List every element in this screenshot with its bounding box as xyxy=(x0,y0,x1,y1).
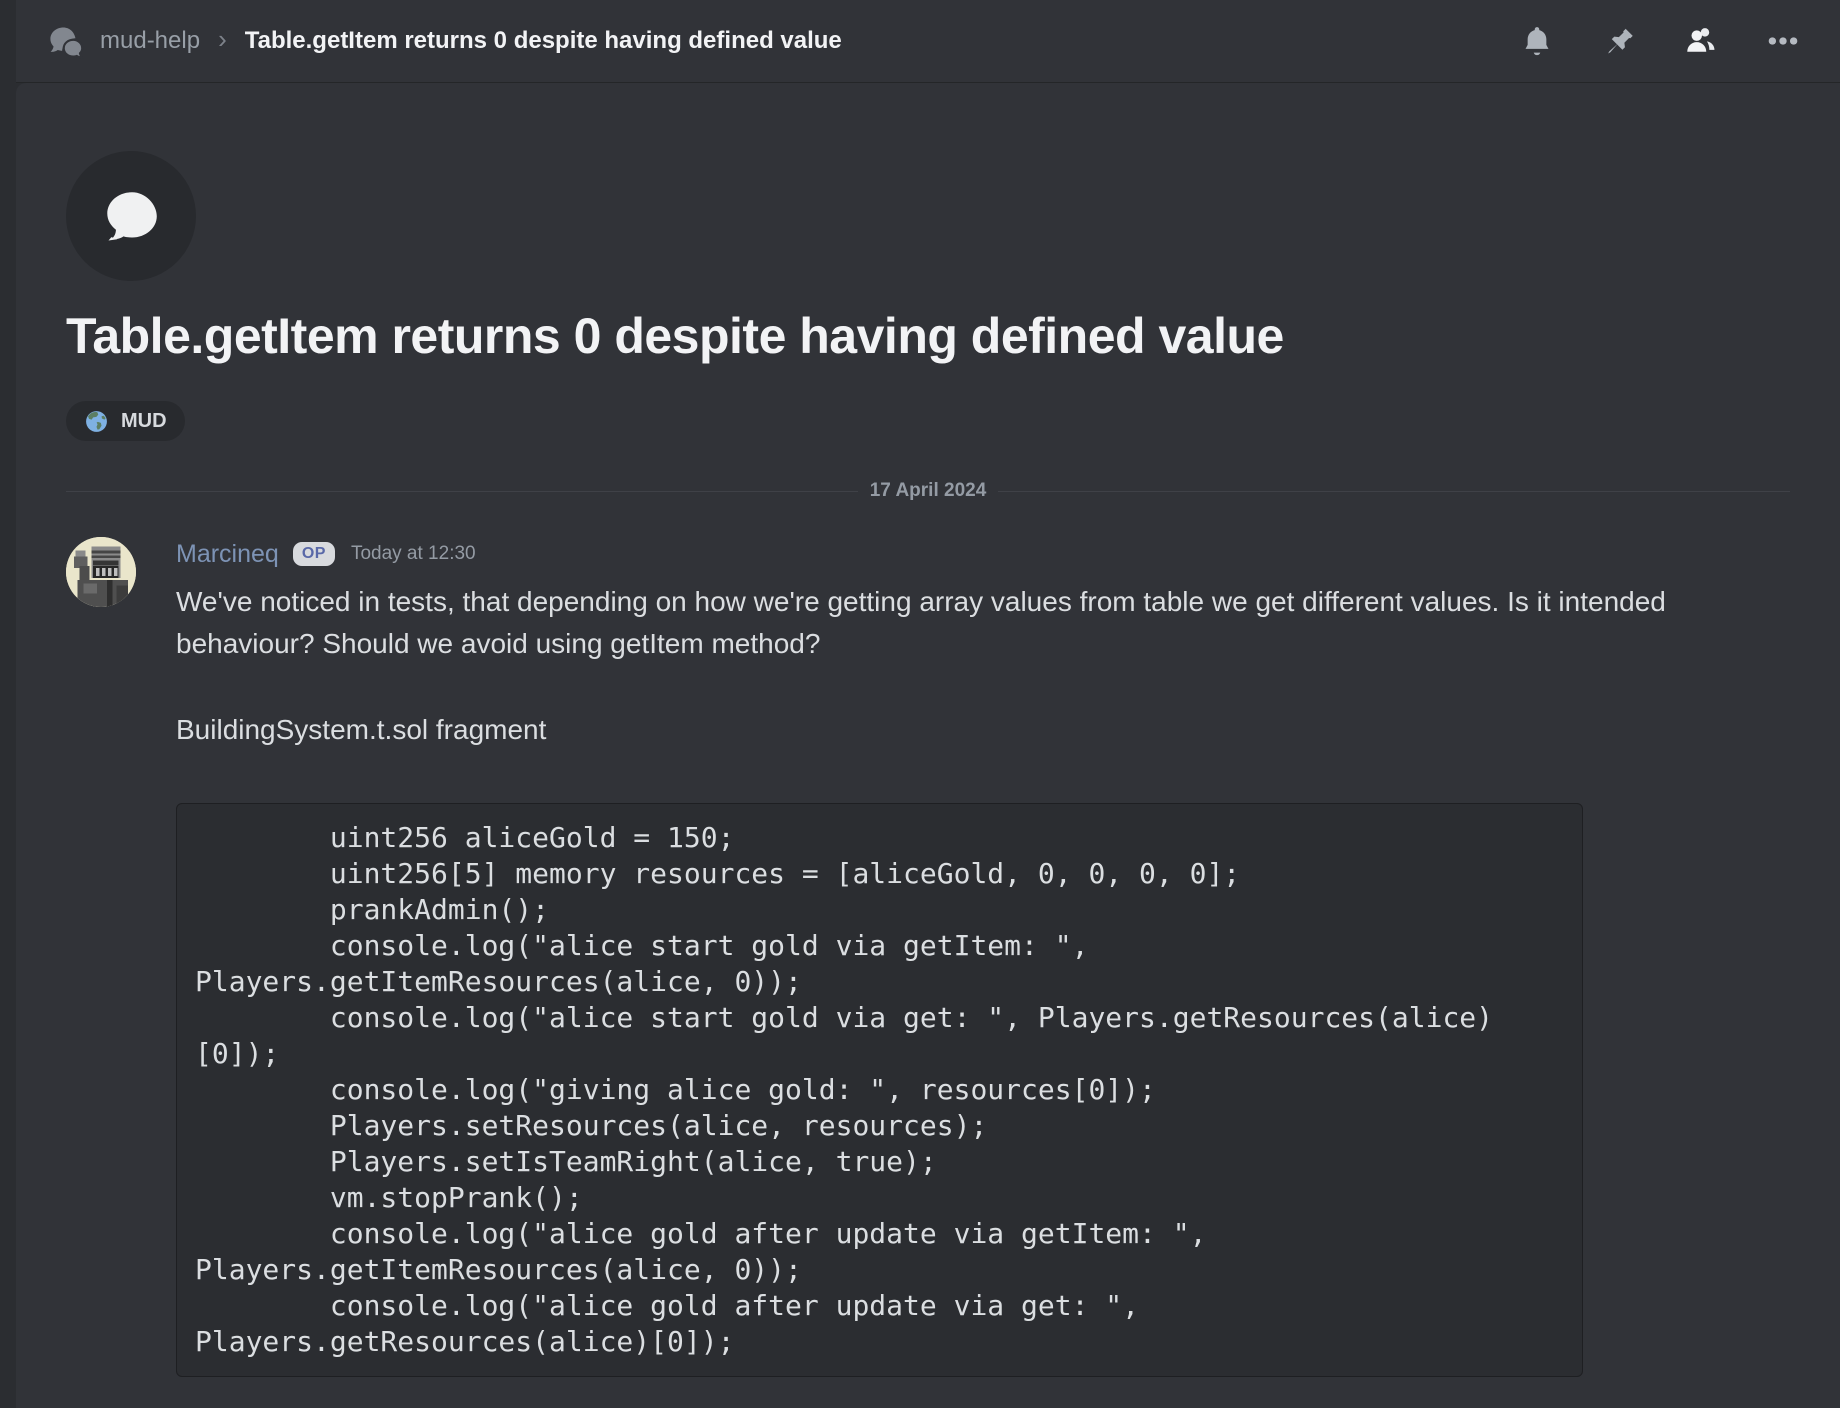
breadcrumb: mud-help › Table.getItem returns 0 despi… xyxy=(48,23,1488,59)
message: Marcineq OP Today at 12:30 We've noticed… xyxy=(66,537,1790,1397)
thread-content: Table.getItem returns 0 despite having d… xyxy=(16,83,1840,1408)
header-thread-title: Table.getItem returns 0 despite having d… xyxy=(245,27,842,55)
notifications-bell-button[interactable] xyxy=(1520,24,1554,58)
thread-avatar xyxy=(66,151,196,281)
message-author[interactable]: Marcineq xyxy=(176,537,279,571)
pin-button[interactable] xyxy=(1602,24,1636,58)
message-text: We've noticed in tests, that depending o… xyxy=(176,581,1756,665)
tag-label: MUD xyxy=(121,410,167,433)
discord-app: mud-help › Table.getItem returns 0 despi… xyxy=(0,0,1840,1408)
attachment-caption: BuildingSystem.t.sol fragment xyxy=(176,709,1790,751)
breadcrumb-chevron-icon: › xyxy=(218,26,227,52)
message-header: Marcineq OP Today at 12:30 xyxy=(176,537,1790,571)
tag-mud[interactable]: MUD xyxy=(66,401,185,441)
thread-title: Table.getItem returns 0 despite having d… xyxy=(66,307,1790,365)
more-options-button[interactable] xyxy=(1766,24,1800,58)
pin-icon xyxy=(1602,24,1636,58)
code-block: uint256 aliceGold = 150; uint256[5] memo… xyxy=(176,803,1583,1377)
members-icon xyxy=(1684,24,1718,58)
message-body: Marcineq OP Today at 12:30 We've noticed… xyxy=(176,537,1790,1377)
bell-icon xyxy=(1520,24,1554,58)
member-list-button[interactable] xyxy=(1684,24,1718,58)
date-divider: 17 April 2024 xyxy=(66,479,1790,503)
date-divider-label: 17 April 2024 xyxy=(858,480,999,502)
message-timestamp: Today at 12:30 xyxy=(351,537,476,571)
thread-header: mud-help › Table.getItem returns 0 despi… xyxy=(16,0,1840,83)
op-badge: OP xyxy=(293,542,335,566)
channel-name[interactable]: mud-help xyxy=(100,27,200,55)
header-actions xyxy=(1520,24,1800,58)
more-options-icon xyxy=(1766,24,1800,58)
tag-row: MUD xyxy=(66,401,1790,441)
thread-panel: mud-help › Table.getItem returns 0 despi… xyxy=(16,0,1840,1408)
pixel-avatar-art xyxy=(66,537,136,607)
globe-icon xyxy=(84,409,109,434)
left-panel-edge xyxy=(0,0,16,1408)
forum-channel-icon xyxy=(48,23,84,59)
user-avatar[interactable] xyxy=(66,537,136,607)
chat-bubble-icon xyxy=(98,183,164,249)
